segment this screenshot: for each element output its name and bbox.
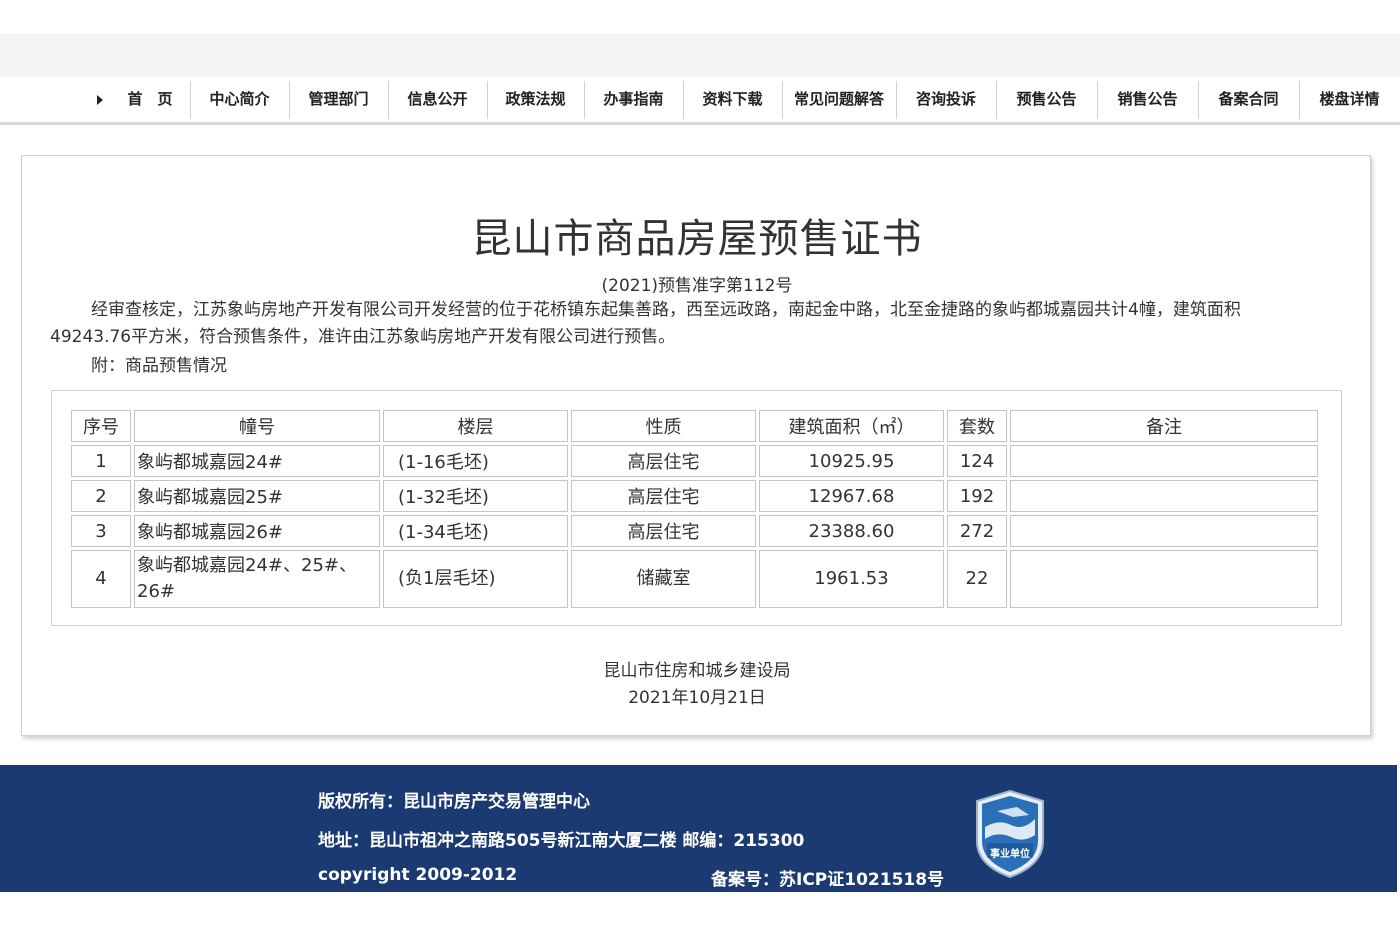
table-row: 2 象屿都城嘉园25# (1-32毛坯) 高层住宅 12967.68 192 (71, 480, 1318, 512)
nav-faq[interactable]: 常见问题解答 (782, 77, 896, 122)
cell-units: 272 (947, 515, 1007, 547)
cell-area: 10925.95 (759, 445, 944, 477)
nav-sales-notice[interactable]: 销售公告 (1097, 77, 1198, 122)
cell-area: 23388.60 (759, 515, 944, 547)
cell-building: 象屿都城嘉园24# (134, 445, 380, 477)
nav-policies[interactable]: 政策法规 (487, 77, 584, 122)
table-header-row: 序号 幢号 楼层 性质 建筑面积（㎡） 套数 备注 (71, 410, 1318, 442)
cell-building: 象屿都城嘉园24#、25#、26# (134, 550, 380, 608)
cell-type: 高层住宅 (571, 515, 756, 547)
cell-units: 192 (947, 480, 1007, 512)
cell-index: 2 (71, 480, 131, 512)
cell-type: 高层住宅 (571, 445, 756, 477)
header-cell-units: 套数 (947, 410, 1007, 442)
cell-floors: (1-32毛坯) (383, 480, 568, 512)
header-cell-index: 序号 (71, 410, 131, 442)
cell-floors: (1-16毛坯) (383, 445, 568, 477)
certificate-number: (2021)预售准字第112号 (601, 276, 793, 296)
site-footer: 版权所有：昆山市房产交易管理中心 地址：昆山市祖冲之南路505号新江南大厦二楼 … (0, 765, 1397, 892)
footer-address: 地址：昆山市祖冲之南路505号新江南大厦二楼 邮编：215300 (318, 831, 805, 851)
cell-index: 1 (71, 445, 131, 477)
cell-area: 12967.68 (759, 480, 944, 512)
table-row: 4 象屿都城嘉园24#、25#、26# (负1层毛坯) 储藏室 1961.53 … (71, 550, 1318, 608)
header-cell-area: 建筑面积（㎡） (759, 410, 944, 442)
cell-building: 象屿都城嘉园25# (134, 480, 380, 512)
nav-about[interactable]: 中心简介 (190, 77, 289, 122)
cell-type: 储藏室 (571, 550, 756, 608)
public-institution-badge[interactable]: 事业单位 (973, 789, 1047, 879)
badge-label: 事业单位 (990, 849, 1030, 860)
cell-area: 1961.53 (759, 550, 944, 608)
issue-date: 2021年10月21日 (628, 688, 766, 708)
footer-copyright-years: copyright 2009-2012 (318, 865, 518, 885)
cell-building: 象屿都城嘉园26# (134, 515, 380, 547)
cell-remarks (1010, 515, 1318, 547)
certificate-body: 经审查核定，江苏象屿房地产开发有限公司开发经营的位于花桥镇东起集善路，西至远政路… (50, 300, 1241, 347)
certificate-title: 昆山市商品房屋预售证书 (471, 216, 923, 262)
presale-table: 序号 幢号 楼层 性质 建筑面积（㎡） 套数 备注 1 象屿都城嘉园24# (1… (68, 407, 1321, 611)
table-row: 1 象屿都城嘉园24# (1-16毛坯) 高层住宅 10925.95 124 (71, 445, 1318, 477)
issuer-name: 昆山市住房和城乡建设局 (603, 661, 791, 681)
nav-contracts[interactable]: 备案合同 (1198, 77, 1299, 122)
cell-floors: (1-34毛坯) (383, 515, 568, 547)
nav-presale-notice[interactable]: 预售公告 (996, 77, 1097, 122)
shield-icon (976, 789, 1044, 879)
cell-remarks (1010, 445, 1318, 477)
cell-floors: (负1层毛坯) (383, 550, 568, 608)
cell-index: 4 (71, 550, 131, 608)
cell-index: 3 (71, 515, 131, 547)
certificate-card: 昆山市商品房屋预售证书 (2021)预售准字第112号 经审查核定，江苏象屿房地… (21, 155, 1371, 736)
header-cell-remarks: 备注 (1010, 410, 1318, 442)
nav-downloads[interactable]: 资料下载 (683, 77, 782, 122)
cell-type: 高层住宅 (571, 480, 756, 512)
presale-table-box: 序号 幢号 楼层 性质 建筑面积（㎡） 套数 备注 1 象屿都城嘉园24# (1… (51, 390, 1342, 626)
header-cell-building: 幢号 (134, 410, 380, 442)
cell-remarks (1010, 550, 1318, 608)
nav-disclosure[interactable]: 信息公开 (388, 77, 487, 122)
header-cell-floors: 楼层 (383, 410, 568, 442)
top-band (0, 34, 1400, 77)
nav-departments[interactable]: 管理部门 (289, 77, 388, 122)
attachment-label: 附：商品预售情况 (91, 356, 227, 376)
nav-guide[interactable]: 办事指南 (584, 77, 683, 122)
cell-units: 124 (947, 445, 1007, 477)
main-nav: 首 页 中心简介 管理部门 信息公开 政策法规 办事指南 资料下载 常见问题解答… (0, 77, 1400, 125)
nav-home[interactable]: 首 页 (110, 77, 190, 122)
cell-units: 22 (947, 550, 1007, 608)
footer-icp-link[interactable]: 备案号：苏ICP证1021518号 (711, 865, 944, 890)
nav-complaints[interactable]: 咨询投诉 (896, 77, 996, 122)
nav-arrow-icon (97, 95, 103, 105)
header-cell-type: 性质 (571, 410, 756, 442)
table-row: 3 象屿都城嘉园26# (1-34毛坯) 高层住宅 23388.60 272 (71, 515, 1318, 547)
nav-property-details[interactable]: 楼盘详情 (1299, 77, 1400, 122)
cell-remarks (1010, 480, 1318, 512)
footer-copyright-owner: 版权所有：昆山市房产交易管理中心 (318, 792, 590, 812)
